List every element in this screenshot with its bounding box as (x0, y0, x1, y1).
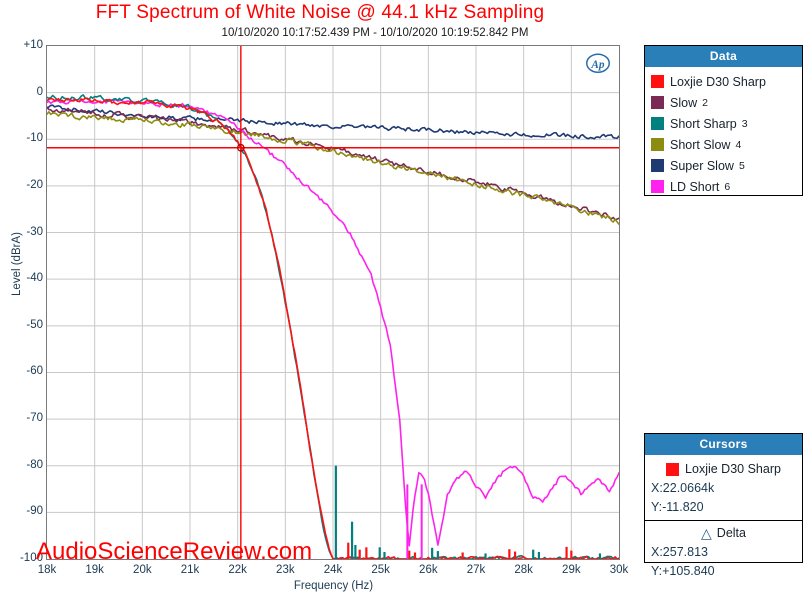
legend-item-number: 2 (702, 96, 708, 109)
y-axis-title: Level (dBrA) (11, 232, 23, 296)
legend-item[interactable]: Super Slow 5 (651, 155, 796, 176)
y-axis-title-area: Level (dBrA) (0, 0, 46, 611)
legend-panel: Data Loxjie D30 Sharp Slow 2 Short Sharp 3 Sh… (644, 45, 803, 196)
delta-title: △ Delta (651, 523, 796, 543)
x-tick-label: 28k (514, 564, 533, 576)
cursors-header: Cursors (645, 434, 802, 455)
delta-icon: △ (701, 524, 712, 541)
x-tick-label: 30k (609, 564, 629, 576)
cursor-trace: Loxjie D30 Sharp (651, 459, 796, 479)
cursors-divider (645, 520, 802, 521)
legend-item[interactable]: LD Short 6 (651, 176, 796, 197)
legend-color-swatch (651, 159, 664, 172)
legend-items: Loxjie D30 Sharp Slow 2 Short Sharp 3 Short S… (645, 67, 802, 202)
cursor-trace-label: Loxjie D30 Sharp (685, 462, 781, 476)
x-tick-label: 27k (466, 564, 486, 576)
x-tick-label: 26k (419, 564, 438, 576)
ap-logo: Ap (583, 52, 613, 76)
x-tick-label: 25k (371, 564, 390, 576)
legend-color-swatch (651, 117, 664, 130)
delta-label: Delta (716, 526, 746, 540)
legend-item-number: 5 (738, 159, 745, 172)
legend-header: Data (645, 46, 802, 67)
cursor-color-swatch (666, 462, 680, 476)
plot-area[interactable] (46, 45, 620, 560)
legend-item-label: Loxjie D30 Sharp (670, 74, 766, 89)
svg-text:Ap: Ap (590, 59, 605, 71)
legend-item-number: 6 (724, 180, 731, 193)
legend-color-swatch (651, 75, 664, 88)
delta-y-value: Y:+105.840 (651, 564, 715, 578)
watermark: AudioScienceReview.com (36, 538, 313, 565)
legend-item-label: Slow (670, 95, 698, 110)
legend-item-label: Super Slow (670, 158, 734, 173)
x-tick-label: 29k (562, 564, 581, 576)
legend-item-number: 3 (741, 117, 748, 130)
legend-item-number: 4 (735, 138, 742, 151)
x-axis-title: Frequency (Hz) (293, 580, 374, 592)
legend-item[interactable]: Short Sharp 3 (651, 113, 796, 134)
legend-color-swatch (651, 180, 664, 193)
chart-page: FFT Spectrum of White Noise @ 44.1 kHz S… (0, 0, 807, 611)
legend-color-swatch (651, 96, 664, 109)
delta-x-value: X:257.813 (651, 545, 708, 559)
legend-item[interactable]: Loxjie D30 Sharp (651, 71, 796, 92)
legend-item[interactable]: Short Slow 4 (651, 134, 796, 155)
chart-title: FFT Spectrum of White Noise @ 44.1 kHz S… (95, 2, 545, 23)
legend-item-label: Short Slow (670, 137, 731, 152)
cursor-y-value: Y:-11.820 (651, 500, 704, 514)
chart-timestamp: 10/10/2020 10:17:52.439 PM - 10/10/2020 … (221, 27, 529, 39)
legend-item-label: Short Sharp (670, 116, 737, 131)
x-tick-label: 24k (323, 564, 343, 576)
legend-color-swatch (651, 138, 664, 151)
cursors-panel: Cursors Loxjie D30 Sharp X:22.0664k Y:-1… (644, 433, 803, 578)
legend-item[interactable]: Slow 2 (651, 92, 796, 113)
cursor-x-value: X:22.0664k (651, 481, 715, 495)
spectrum-plot (47, 46, 619, 559)
legend-item-label: LD Short (670, 179, 720, 194)
